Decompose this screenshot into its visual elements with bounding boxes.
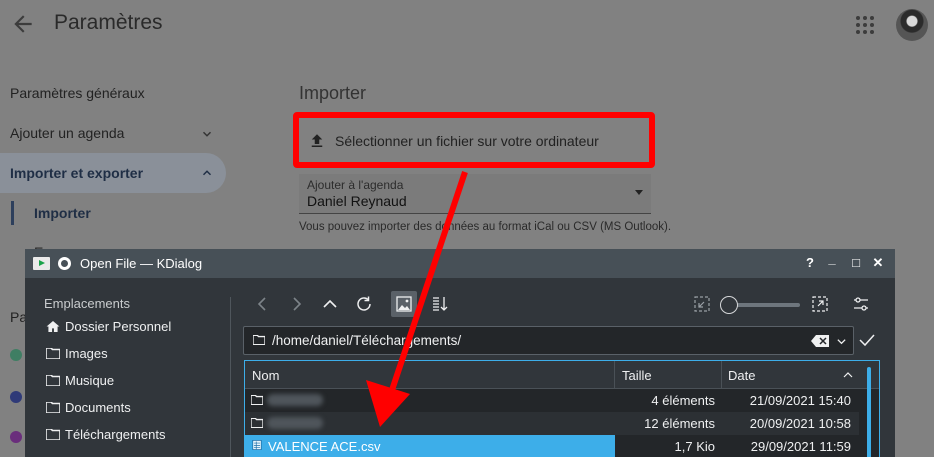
preview-icon[interactable] (391, 291, 417, 317)
calendar-dot (10, 349, 22, 361)
reload-icon[interactable] (351, 291, 377, 317)
folder-icon (46, 429, 60, 440)
forward-icon[interactable] (283, 291, 309, 317)
chevron-up-icon (202, 170, 212, 176)
chevron-down-icon (202, 131, 212, 137)
column-date[interactable]: Date (728, 368, 755, 383)
file-date: 20/09/2021 10:58 (749, 416, 851, 431)
redacted-name (267, 394, 323, 406)
zoom-out-icon[interactable] (689, 291, 715, 317)
calendar-dot (10, 391, 22, 403)
dropdown-caret-icon (635, 190, 643, 195)
file-date: 29/09/2021 11:59 (750, 439, 851, 454)
apps-grid-icon[interactable] (853, 13, 877, 37)
sidebar-item-import[interactable]: Importer (34, 205, 91, 221)
places-title: Emplacements (44, 296, 130, 311)
column-size[interactable]: Taille (622, 368, 652, 383)
clear-icon[interactable] (811, 335, 829, 347)
back-arrow-icon[interactable] (10, 11, 36, 37)
maximize-button[interactable]: □ (849, 256, 863, 270)
column-separator[interactable] (721, 361, 722, 389)
help-button[interactable]: ? (803, 256, 817, 270)
minimize-button[interactable]: _ (825, 252, 839, 266)
column-separator[interactable] (614, 361, 615, 389)
confirm-path-icon[interactable] (858, 331, 876, 349)
window-menu-icon[interactable] (58, 257, 71, 270)
add-to-calendar-select[interactable]: Ajouter à l'agenda Daniel Reynaud (299, 174, 651, 214)
path-input[interactable]: /home/daniel/Téléchargements/ (243, 326, 854, 355)
file-size: 4 éléments (651, 393, 715, 408)
folder-icon (251, 418, 263, 428)
place-label: Documents (65, 400, 131, 415)
close-button[interactable]: ✕ (871, 256, 885, 270)
dialog-title: Open File — KDialog (80, 256, 203, 271)
page-title: Paramètres (54, 11, 163, 34)
folder-icon (46, 348, 60, 359)
app-icon (33, 257, 50, 270)
spreadsheet-file-icon (252, 440, 262, 450)
redacted-name (267, 417, 323, 429)
open-file-dialog: Open File — KDialog ? _ □ ✕ Emplacements… (25, 249, 895, 457)
zoom-in-icon[interactable] (807, 291, 833, 317)
zoom-slider-handle[interactable] (720, 296, 738, 314)
home-icon (46, 321, 60, 332)
sort-icon[interactable] (426, 291, 452, 317)
dialog-titlebar: Open File — KDialog ? _ □ ✕ (25, 249, 895, 278)
calendar-topbar: Paramètres (0, 0, 934, 48)
file-name: VALENCE ACE.csv (268, 439, 381, 454)
import-helper-text: Vous pouvez importer des données au form… (299, 221, 672, 233)
table-row[interactable]: 4 éléments 21/09/2021 15:40 (245, 389, 859, 412)
chevron-down-icon[interactable] (836, 336, 847, 347)
avatar[interactable] (896, 9, 928, 41)
add-to-calendar-value: Daniel Reynaud (307, 193, 407, 209)
table-row[interactable]: 12 éléments 20/09/2021 10:58 (245, 412, 859, 435)
folder-icon (46, 402, 60, 413)
file-date: 21/09/2021 15:40 (749, 393, 851, 408)
folder-icon (253, 335, 265, 345)
import-section-title: Importer (299, 83, 367, 103)
file-list-header: Nom Taille Date (245, 361, 879, 389)
scrollbar[interactable] (867, 367, 871, 457)
sort-ascending-icon (843, 372, 853, 378)
file-list[interactable]: Nom Taille Date 4 éléments 21/09/2021 15… (244, 360, 880, 457)
folder-icon (46, 375, 60, 386)
add-to-calendar-label: Ajouter à l'agenda (307, 178, 404, 192)
column-name[interactable]: Nom (252, 368, 279, 383)
place-label: Dossier Personnel (65, 319, 172, 334)
zoom-slider[interactable] (728, 303, 800, 307)
annotation-highlight-box (293, 112, 655, 168)
sidebar-item-general[interactable]: Paramètres généraux (10, 85, 145, 101)
table-row-selected[interactable]: VALENCE ACE.csv 1,7 Kio 29/09/2021 11:59 (245, 435, 859, 457)
sidebar-item-add-calendar[interactable]: Ajouter un agenda (10, 125, 124, 141)
options-icon[interactable] (848, 291, 874, 317)
place-label: Musique (65, 373, 115, 388)
place-label: Téléchargements (65, 427, 166, 442)
calendar-dot (10, 431, 22, 443)
sidebar-item-import-export[interactable]: Importer et exporter (10, 165, 143, 181)
folder-icon (251, 395, 263, 405)
panel-divider[interactable] (230, 297, 231, 457)
path-text: /home/daniel/Téléchargements/ (272, 333, 462, 348)
parent-folder-icon[interactable] (317, 291, 343, 317)
sidebar-subitem-indicator (11, 201, 14, 225)
file-size: 1,7 Kio (674, 439, 715, 454)
back-icon[interactable] (250, 291, 276, 317)
place-label: Images (65, 346, 108, 361)
file-size: 12 éléments (644, 416, 715, 431)
